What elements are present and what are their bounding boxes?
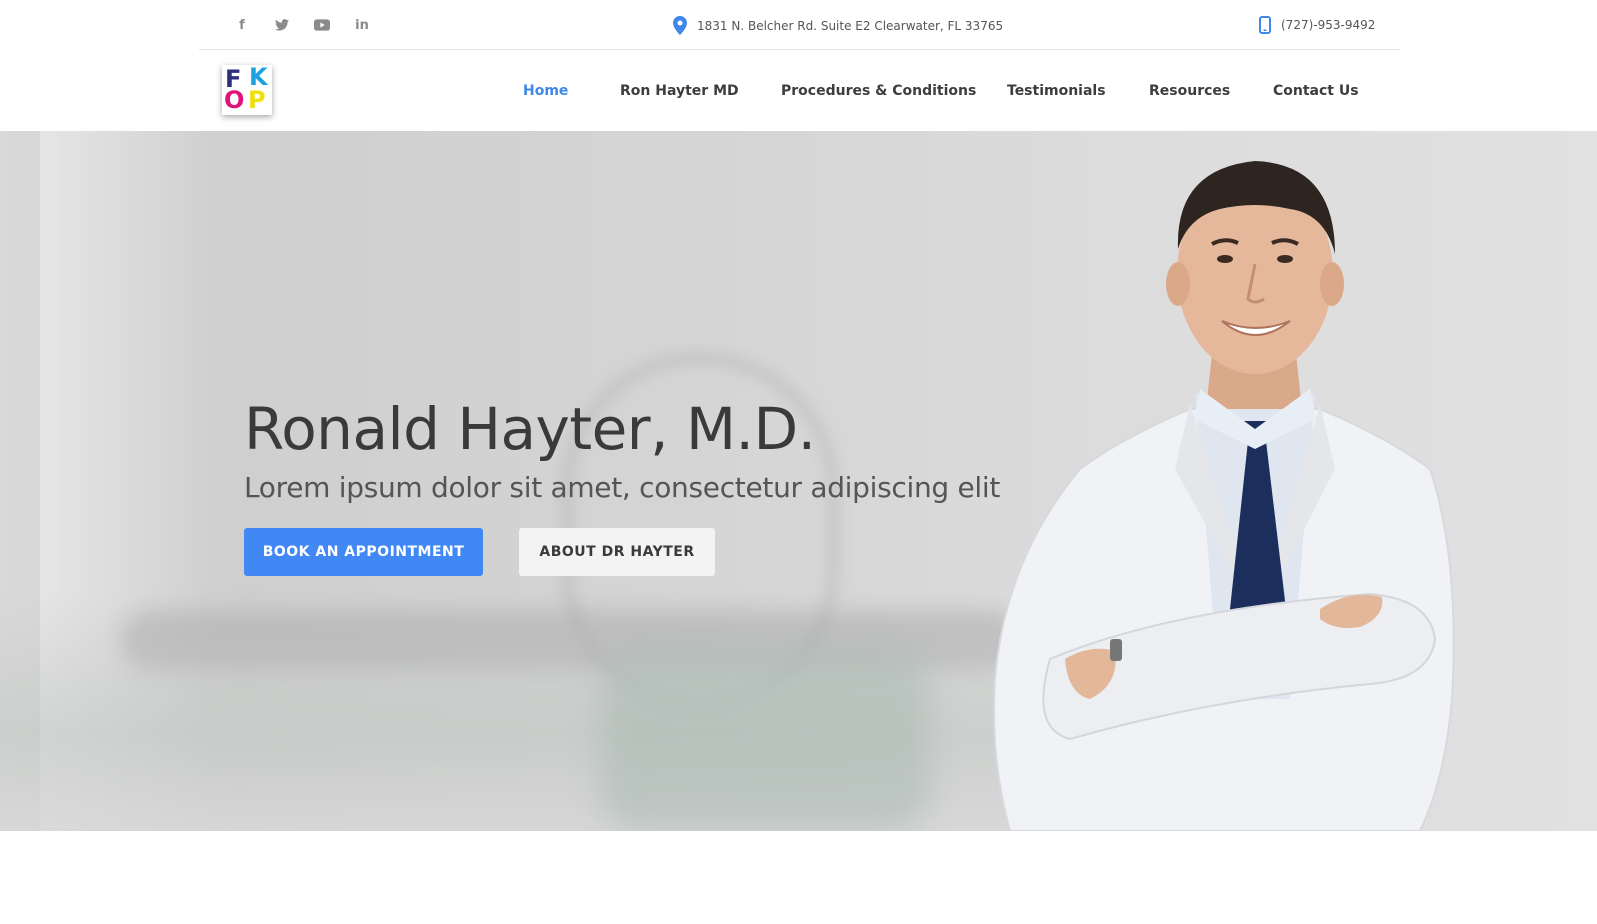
social-links: f in	[229, 14, 375, 36]
hero-background-blur	[600, 651, 930, 831]
phone-number[interactable]: (727)-953-9492	[1281, 18, 1375, 32]
main-nav: Home Ron Hayter MD Procedures & Conditio…	[0, 50, 1597, 131]
hero-background-blur	[0, 591, 1100, 831]
nav-procedures-conditions[interactable]: Procedures & Conditions	[781, 83, 976, 99]
youtube-icon[interactable]	[309, 14, 335, 36]
facebook-icon[interactable]: f	[229, 14, 255, 36]
nav-contact-us[interactable]: Contact Us	[1273, 83, 1359, 99]
nav-ron-hayter-md[interactable]: Ron Hayter MD	[620, 83, 739, 99]
phone[interactable]: (727)-953-9492	[1259, 16, 1375, 34]
hero-section: Ronald Hayter, M.D. Lorem ipsum dolor si…	[0, 131, 1597, 831]
nav-home[interactable]: Home	[523, 83, 568, 99]
twitter-icon[interactable]	[269, 14, 295, 36]
doctor-photo	[993, 161, 1455, 831]
nav-resources[interactable]: Resources	[1149, 83, 1230, 99]
site-header: F K O P Home Ron Hayter MD Procedures & …	[0, 50, 1597, 131]
nav-testimonials[interactable]: Testimonials	[1007, 83, 1106, 99]
hero-subtitle: Lorem ipsum dolor sit amet, consectetur …	[244, 471, 1001, 504]
mobile-phone-icon	[1259, 16, 1271, 34]
hero-title: Ronald Hayter, M.D.	[244, 395, 816, 463]
linkedin-icon[interactable]: in	[349, 14, 375, 36]
about-dr-hayter-button[interactable]: ABOUT DR HAYTER	[519, 528, 715, 576]
address: 1831 N. Belcher Rd. Suite E2 Clearwater,…	[673, 16, 1003, 35]
map-pin-icon	[673, 16, 687, 35]
address-text: 1831 N. Belcher Rd. Suite E2 Clearwater,…	[697, 18, 1004, 33]
book-appointment-button[interactable]: BOOK AN APPOINTMENT	[244, 528, 483, 576]
top-bar: f in 1831 N. Belcher Rd. Suite E2 Clearw…	[199, 0, 1400, 50]
